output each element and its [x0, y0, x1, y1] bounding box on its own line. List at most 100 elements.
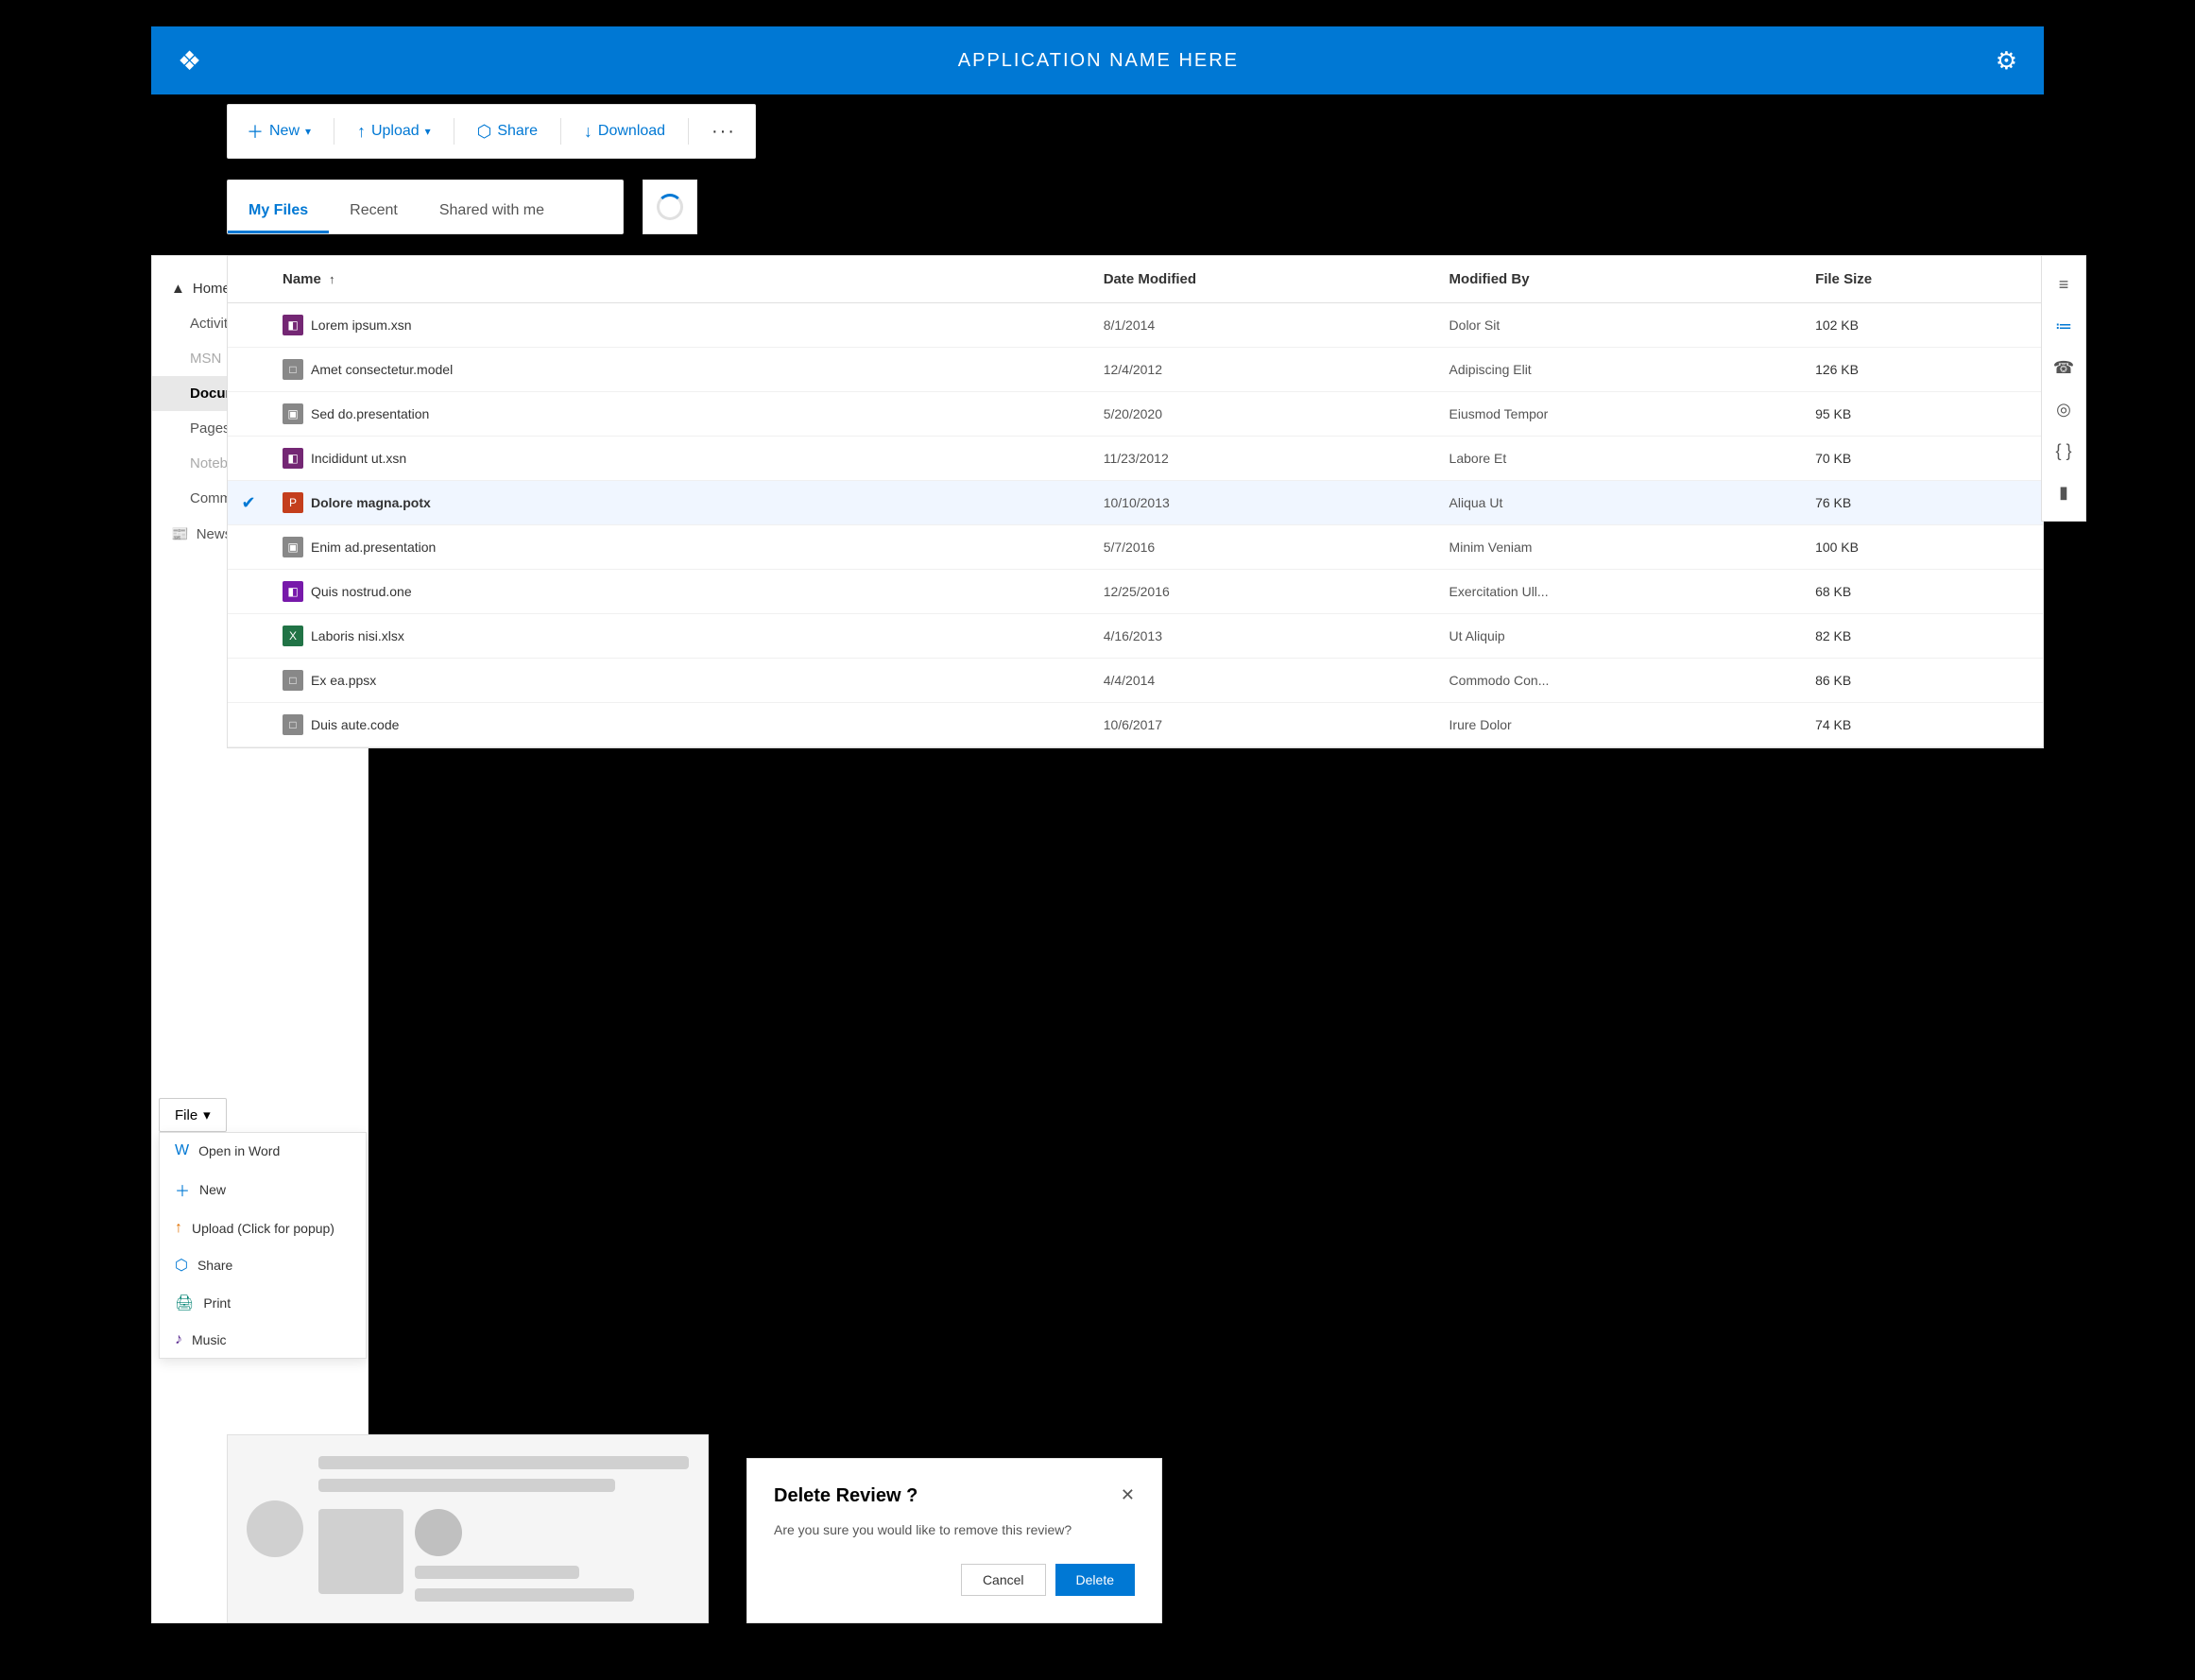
header-date[interactable]: Date Modified [1090, 256, 1436, 303]
header-file-size[interactable]: File Size [1802, 256, 2043, 303]
row-file-size-9: 74 KB [1802, 703, 2043, 747]
word-icon: W [175, 1142, 189, 1159]
row-file-size-4: 76 KB [1802, 481, 2043, 525]
row-date-9: 10/6/2017 [1090, 703, 1436, 747]
dialog-body: Are you sure you would like to remove th… [774, 1522, 1135, 1537]
print-icon: 🖨 [175, 1294, 194, 1312]
app-title: APPLICATION NAME HERE [958, 50, 1239, 72]
table-row[interactable]: ◧ Lorem ipsum.xsn 8/1/2014 Dolor Sit 102… [228, 303, 2043, 348]
file-name: Lorem ipsum.xsn [311, 317, 412, 333]
row-name-8[interactable]: □ Ex ea.ppsx [269, 659, 1090, 703]
row-check-5[interactable] [228, 525, 269, 570]
row-date-6: 12/25/2016 [1090, 570, 1436, 614]
open-word-label: Open in Word [198, 1143, 280, 1158]
file-menu-open-word[interactable]: W Open in Word [160, 1133, 366, 1169]
right-icon-list[interactable]: ≔ [2045, 307, 2083, 345]
right-icon-menu[interactable]: ≡ [2045, 266, 2083, 303]
toolbar: ＋ New ▾ ↑ Upload ▾ ⬡ Share ↓ Download ··… [227, 104, 756, 159]
cancel-button[interactable]: Cancel [961, 1564, 1046, 1596]
table-row[interactable]: □ Ex ea.ppsx 4/4/2014 Commodo Con... 86 … [228, 659, 2043, 703]
table-row[interactable]: ◧ Quis nostrud.one 12/25/2016 Exercitati… [228, 570, 2043, 614]
table-row[interactable]: □ Duis aute.code 10/6/2017 Irure Dolor 7… [228, 703, 2043, 747]
table-row[interactable]: X Laboris nisi.xlsx 4/16/2013 Ut Aliquip… [228, 614, 2043, 659]
row-date-4: 10/10/2013 [1090, 481, 1436, 525]
row-check-0[interactable] [228, 303, 269, 348]
file-name: Quis nostrud.one [311, 584, 412, 599]
row-check-6[interactable] [228, 570, 269, 614]
row-name-1[interactable]: □ Amet consectetur.model [269, 348, 1090, 392]
header-name[interactable]: Name ↑ [269, 256, 1090, 303]
new-label: New [269, 123, 300, 140]
row-modified-by-4: Aliqua Ut [1436, 481, 1803, 525]
row-date-5: 5/7/2016 [1090, 525, 1436, 570]
row-check-4[interactable]: ✔ [228, 481, 269, 525]
preview-line-4 [415, 1588, 634, 1602]
toolbar-divider-3 [560, 118, 561, 145]
row-name-0[interactable]: ◧ Lorem ipsum.xsn [269, 303, 1090, 348]
file-menu-music[interactable]: ♪ Music [160, 1322, 366, 1358]
preview-line-1 [318, 1456, 689, 1469]
share-menu-label: Share [197, 1258, 232, 1273]
settings-icon[interactable]: ⚙ [1996, 46, 2017, 76]
upload-button[interactable]: ↑ Upload ▾ [357, 122, 431, 142]
upload-label: Upload [371, 123, 420, 140]
row-name-4[interactable]: P Dolore magna.potx [269, 481, 1090, 525]
delete-button[interactable]: Delete [1055, 1564, 1135, 1596]
row-name-6[interactable]: ◧ Quis nostrud.one [269, 570, 1090, 614]
file-dropdown-button[interactable]: File ▾ [159, 1098, 227, 1132]
preview-lines [318, 1456, 689, 1602]
file-menu-new[interactable]: ＋ New [160, 1169, 366, 1210]
file-menu-share[interactable]: ⬡ Share [160, 1246, 366, 1284]
file-type-icon: □ [283, 359, 303, 380]
upload-chevron-icon: ▾ [425, 125, 431, 138]
right-icon-phone[interactable]: ☎ [2045, 349, 2083, 386]
table-row[interactable]: ▣ Sed do.presentation 5/20/2020 Eiusmod … [228, 392, 2043, 437]
share-icon: ⬡ [477, 122, 492, 142]
file-chevron-icon: ▾ [203, 1106, 211, 1123]
preview-thumbnail [318, 1509, 403, 1594]
row-check-2[interactable] [228, 392, 269, 437]
row-date-0: 8/1/2014 [1090, 303, 1436, 348]
app-logo: ❖ [178, 45, 201, 77]
row-name-3[interactable]: ◧ Incididunt ut.xsn [269, 437, 1090, 481]
preview-avatar-circle [247, 1500, 303, 1557]
table-row[interactable]: ▣ Enim ad.presentation 5/7/2016 Minim Ve… [228, 525, 2043, 570]
row-check-1[interactable] [228, 348, 269, 392]
tab-recent[interactable]: Recent [329, 193, 419, 233]
row-file-size-6: 68 KB [1802, 570, 2043, 614]
right-icon-code[interactable]: { } [2045, 432, 2083, 470]
row-check-9[interactable] [228, 703, 269, 747]
top-bar: ❖ APPLICATION NAME HERE ⚙ [151, 26, 2044, 94]
file-type-icon: P [283, 492, 303, 513]
right-icon-chart[interactable]: ▮ [2045, 473, 2083, 511]
row-check-3[interactable] [228, 437, 269, 481]
file-menu-print[interactable]: 🖨 Print [160, 1284, 366, 1322]
file-type-icon: ◧ [283, 315, 303, 335]
share-button[interactable]: ⬡ Share [477, 122, 538, 142]
upload-icon: ↑ [357, 122, 366, 142]
more-button[interactable]: ··· [712, 121, 736, 143]
row-name-9[interactable]: □ Duis aute.code [269, 703, 1090, 747]
new-chevron-icon: ▾ [305, 125, 311, 138]
row-name-5[interactable]: ▣ Enim ad.presentation [269, 525, 1090, 570]
table-row[interactable]: ◧ Incididunt ut.xsn 11/23/2012 Labore Et… [228, 437, 2043, 481]
row-name-2[interactable]: ▣ Sed do.presentation [269, 392, 1090, 437]
dialog-close-button[interactable]: ✕ [1121, 1485, 1135, 1505]
row-check-8[interactable] [228, 659, 269, 703]
file-type-icon: □ [283, 714, 303, 735]
table-row[interactable]: □ Amet consectetur.model 12/4/2012 Adipi… [228, 348, 2043, 392]
download-button[interactable]: ↓ Download [584, 122, 665, 142]
plus-menu-icon: ＋ [175, 1178, 190, 1201]
table-row[interactable]: ✔ P Dolore magna.potx 10/10/2013 Aliqua … [228, 481, 2043, 525]
new-button[interactable]: ＋ New ▾ [247, 119, 311, 144]
file-menu-upload[interactable]: ↑ Upload (Click for popup) [160, 1210, 366, 1246]
file-type-icon: ◧ [283, 581, 303, 602]
right-icon-broadcast[interactable]: ◎ [2045, 390, 2083, 428]
row-name-7[interactable]: X Laboris nisi.xlsx [269, 614, 1090, 659]
row-check-7[interactable] [228, 614, 269, 659]
msn-label: MSN [190, 351, 221, 367]
tab-shared-with-me[interactable]: Shared with me [419, 193, 565, 233]
header-modified-by[interactable]: Modified By [1436, 256, 1803, 303]
file-table-area: Name ↑ Date Modified Modified By File Si… [227, 255, 2044, 748]
tab-my-files[interactable]: My Files [228, 193, 329, 233]
